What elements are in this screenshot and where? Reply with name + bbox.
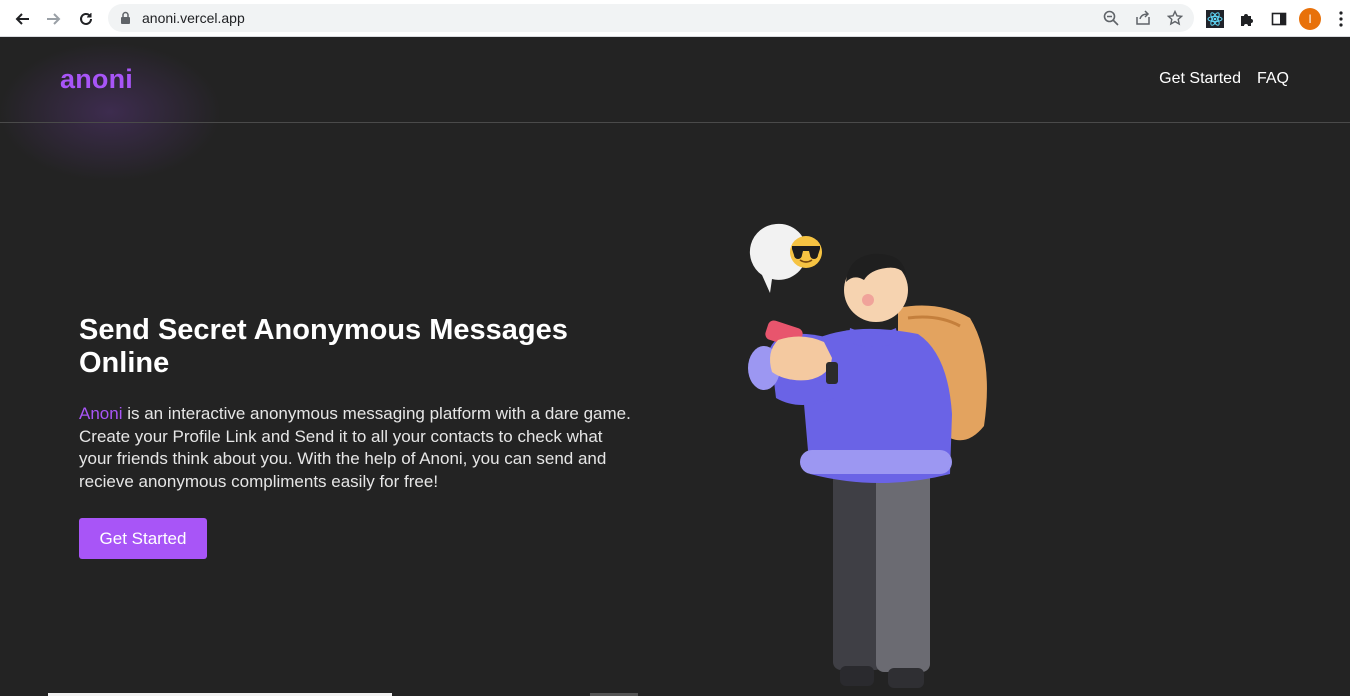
address-bar[interactable]: anoni.vercel.app (108, 4, 1194, 32)
nav-faq[interactable]: FAQ (1257, 70, 1289, 88)
browser-toolbar: anoni.vercel.app I (0, 0, 1350, 37)
emoji-speech-bubble (749, 223, 822, 293)
hero-title: Send Secret Anonymous Messages Online (79, 314, 568, 379)
url-text[interactable]: anoni.vercel.app (142, 10, 245, 26)
share-icon[interactable] (1132, 7, 1154, 29)
hero-description: Anoni is an interactive anonymous messag… (79, 403, 639, 493)
hero-illustration (748, 223, 987, 688)
menu-kebab-icon[interactable] (1329, 7, 1350, 31)
get-started-button[interactable]: Get Started (79, 518, 207, 559)
nav-get-started[interactable]: Get Started (1159, 70, 1241, 88)
site-header: anoni Get Started FAQ (0, 37, 1350, 123)
lock-icon[interactable] (120, 11, 131, 29)
top-nav: Get Started FAQ (1159, 70, 1289, 88)
back-icon[interactable] (6, 3, 38, 35)
extensions-puzzle-icon[interactable] (1235, 7, 1259, 31)
site-logo[interactable]: anoni (60, 64, 133, 95)
side-panel-icon[interactable] (1267, 7, 1291, 31)
hero-description-text: is an interactive anonymous messaging pl… (79, 404, 631, 491)
bookmark-star-icon[interactable] (1164, 7, 1186, 29)
react-devtools-icon[interactable] (1203, 7, 1227, 31)
forward-icon[interactable] (38, 3, 70, 35)
zoom-icon[interactable] (1100, 7, 1122, 29)
profile-avatar[interactable]: I (1299, 7, 1321, 30)
brand-link[interactable]: Anoni (79, 404, 122, 423)
reload-icon[interactable] (70, 3, 102, 35)
